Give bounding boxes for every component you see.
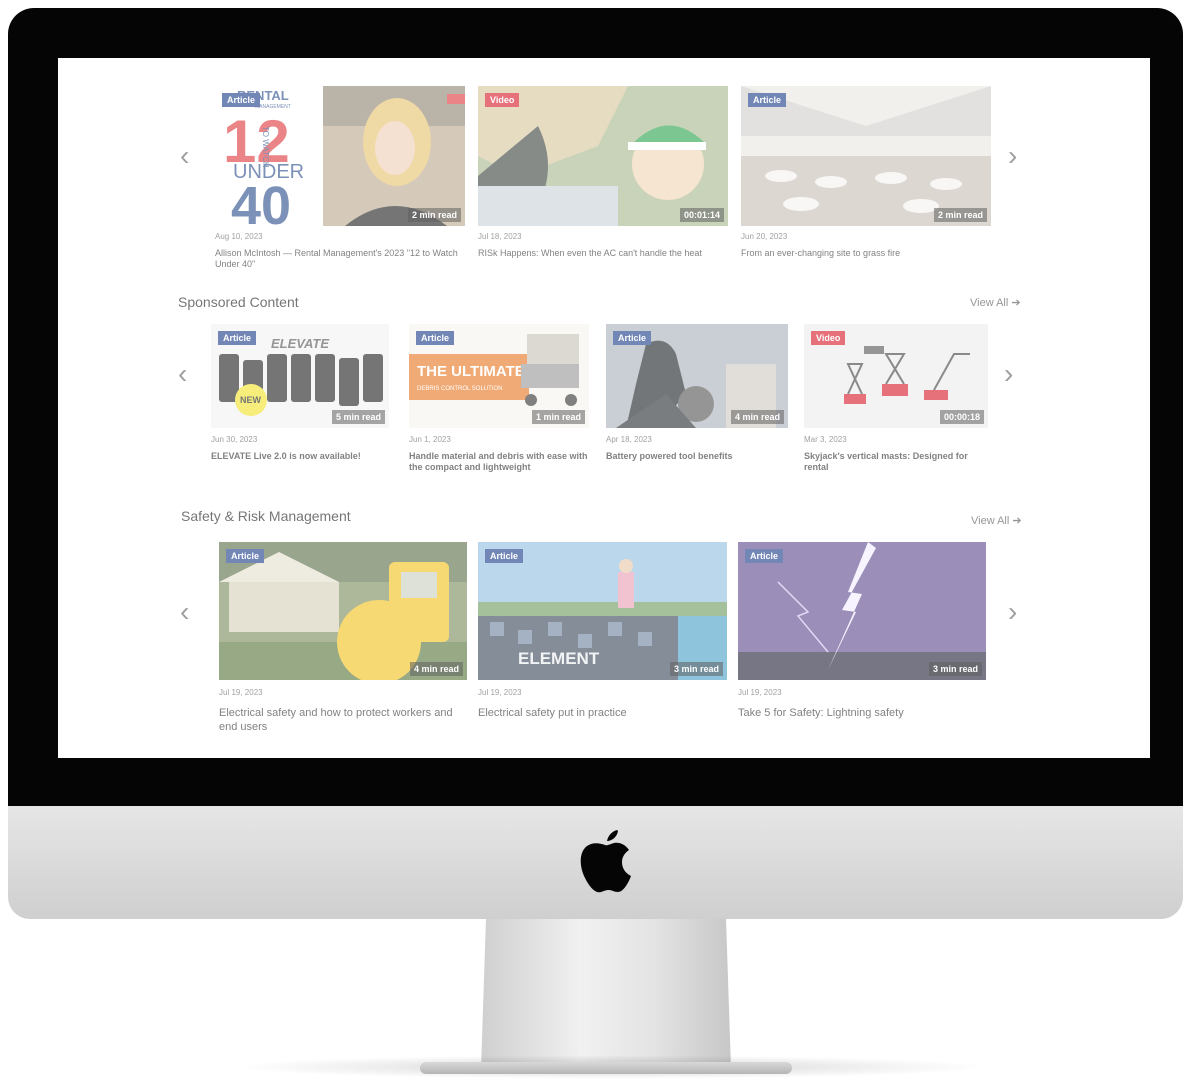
read-time-badge: 5 min read xyxy=(331,410,385,424)
section-heading-sponsored: Sponsored Content xyxy=(178,294,299,310)
new-badge-text: NEW xyxy=(240,395,262,405)
read-time-badge: 1 min read xyxy=(531,410,585,424)
card-thumbnail: RENTAL MANAGEMENT 12 TO WATCH UNDER 40 A… xyxy=(215,86,465,226)
carousel-next-button-sponsored[interactable]: › xyxy=(1004,360,1013,388)
arrow-right-icon: ➔ xyxy=(1012,515,1022,527)
card-date: Apr 18, 2023 xyxy=(606,435,652,444)
card-title[interactable]: From an ever-changing site to grass fire xyxy=(741,248,991,259)
carousel-next-button-row1[interactable]: › xyxy=(1008,142,1017,170)
content-type-badge: Article xyxy=(218,331,257,345)
content-type-badge: Article xyxy=(745,549,784,563)
content-type-badge: Article xyxy=(226,549,265,563)
card-title[interactable]: ELEVATE Live 2.0 is now available! xyxy=(211,451,391,462)
cartoon-illustration xyxy=(478,86,728,226)
section-heading-safety: Safety & Risk Management xyxy=(181,508,351,524)
card-title[interactable]: Skyjack's vertical masts: Designed for r… xyxy=(804,451,988,473)
card-title[interactable]: Electrical safety and how to protect wor… xyxy=(219,706,469,734)
ultimate-headline-text: THE ULTIMATE xyxy=(417,363,525,380)
read-time-badge: 2 min read xyxy=(407,208,461,222)
read-time-badge: 4 min read xyxy=(730,410,784,424)
article-card[interactable]: RENTAL MANAGEMENT 12 TO WATCH UNDER 40 A… xyxy=(215,86,465,286)
card-thumbnail: Article 3 min read xyxy=(738,542,986,680)
debris-subline-text: DEBRIS CONTROL SOLUTION xyxy=(417,386,502,392)
article-card[interactable]: Article 3 min read Jul 19, 2023 Take 5 f… xyxy=(738,542,988,742)
content-type-badge: Video xyxy=(485,93,520,107)
article-card[interactable]: Article 2 min read Jun 20, 2023 From an … xyxy=(741,86,991,286)
sponsored-card[interactable]: THE ULTIMATE DEBRIS CONTROL SOLUTION Art… xyxy=(409,324,591,484)
article-card[interactable]: ELEMENT Article 3 min read Jul 19, 2023 … xyxy=(478,542,728,742)
tent-event-photo xyxy=(741,86,991,226)
carousel-prev-button-row1[interactable]: ‹ xyxy=(180,142,189,170)
card-date: Jun 30, 2023 xyxy=(211,435,258,444)
truck-side-text: ELEMENT xyxy=(518,649,600,668)
card-date: Jun 1, 2023 xyxy=(409,435,451,444)
content-type-badge: Video xyxy=(811,331,846,345)
monitor-screen: ‹ › RENTAL MANAGEMENT 12 TO WATCH UNDER … xyxy=(58,58,1150,758)
elevate-logo-text: ELEVATE xyxy=(271,336,329,351)
card-thumbnail: THE ULTIMATE DEBRIS CONTROL SOLUTION Art… xyxy=(409,324,589,428)
card-date: Jun 20, 2023 xyxy=(741,232,788,241)
sponsored-card[interactable]: Article 4 min read Apr 18, 2023 Battery … xyxy=(606,324,790,484)
view-all-label: View All xyxy=(971,515,1010,527)
monitor-stand-neck xyxy=(481,919,731,1069)
read-time-badge: 4 min read xyxy=(409,662,463,676)
sponsored-card[interactable]: ELEVATE NEW Article 5 min read Jun 30, 2… xyxy=(211,324,391,484)
view-all-link-safety[interactable]: View All ➔ xyxy=(971,514,1022,527)
card-thumbnail: Video 00:00:18 xyxy=(804,324,988,428)
number-40: 40 xyxy=(231,176,291,226)
read-time-badge: 3 min read xyxy=(928,662,982,676)
view-all-link-sponsored[interactable]: View All ➔ xyxy=(970,296,1021,309)
card-title[interactable]: Take 5 for Safety: Lightning safety xyxy=(738,706,988,720)
sponsored-card[interactable]: Video 00:00:18 Mar 3, 2023 Skyjack's ver… xyxy=(804,324,990,484)
content-type-badge: Article xyxy=(222,93,261,107)
card-title[interactable]: Handle material and debris with ease wit… xyxy=(409,451,589,473)
read-time-badge: 3 min read xyxy=(669,662,723,676)
card-date: Jul 19, 2023 xyxy=(219,688,263,697)
card-date: Jul 19, 2023 xyxy=(478,688,522,697)
card-date: Jul 19, 2023 xyxy=(738,688,782,697)
monitor-stand-base xyxy=(420,1062,792,1074)
view-all-label: View All xyxy=(970,297,1009,309)
apple-logo-icon xyxy=(580,830,631,893)
card-title[interactable]: Electrical safety put in practice xyxy=(478,706,728,720)
content-type-badge: Article xyxy=(613,331,652,345)
article-card[interactable]: Article 4 min read Jul 19, 2023 Electric… xyxy=(219,542,469,742)
card-title[interactable]: Battery powered tool benefits xyxy=(606,451,788,462)
content-type-badge: Article xyxy=(416,331,455,345)
arrow-right-icon: ➔ xyxy=(1011,297,1021,309)
card-thumbnail: Article 4 min read xyxy=(606,324,788,428)
card-thumbnail: ELEVATE NEW Article 5 min read xyxy=(211,324,389,428)
video-duration-badge: 00:01:14 xyxy=(679,208,724,222)
content-type-badge: Article xyxy=(485,549,524,563)
read-time-badge: 2 min read xyxy=(933,208,987,222)
twelve-under-40-graphic: RENTAL MANAGEMENT 12 TO WATCH UNDER 40 xyxy=(223,86,465,226)
card-date: Jul 18, 2023 xyxy=(478,232,522,241)
card-thumbnail: Video 00:01:14 xyxy=(478,86,728,226)
video-duration-badge: 00:00:18 xyxy=(939,410,984,424)
card-date: Mar 3, 2023 xyxy=(804,435,847,444)
card-date: Aug 10, 2023 xyxy=(215,232,263,241)
card-title[interactable]: RISk Happens: When even the AC can't han… xyxy=(478,248,723,259)
card-title[interactable]: Allison McIntosh — Rental Management's 2… xyxy=(215,248,465,270)
content-type-badge: Article xyxy=(748,93,787,107)
card-thumbnail: ELEMENT Article 3 min read xyxy=(478,542,727,680)
web-page: ‹ › RENTAL MANAGEMENT 12 TO WATCH UNDER … xyxy=(58,58,1150,758)
card-thumbnail: Article 4 min read xyxy=(219,542,467,680)
carousel-prev-button-safety[interactable]: ‹ xyxy=(180,598,189,626)
video-card[interactable]: Video 00:01:14 Jul 18, 2023 RISk Happens… xyxy=(478,86,728,286)
carousel-prev-button-sponsored[interactable]: ‹ xyxy=(178,360,187,388)
card-thumbnail: Article 2 min read xyxy=(741,86,991,226)
carousel-next-button-safety[interactable]: › xyxy=(1008,598,1017,626)
